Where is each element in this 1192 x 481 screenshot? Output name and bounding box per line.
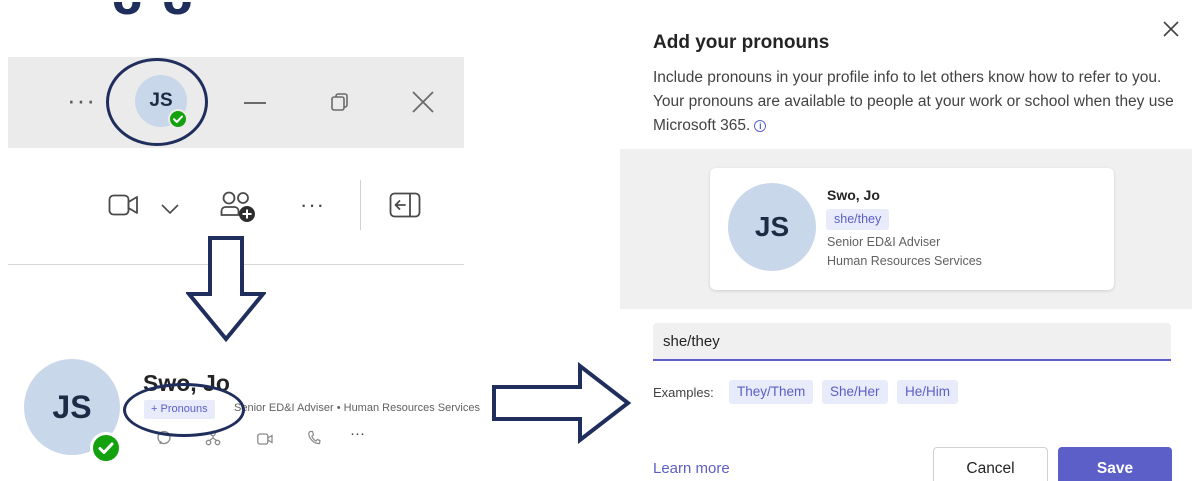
- examples-label: Examples:: [653, 385, 714, 400]
- dialog-description: Include pronouns in your profile info to…: [653, 66, 1178, 138]
- save-button[interactable]: Save: [1058, 447, 1172, 481]
- info-icon[interactable]: i: [754, 120, 767, 132]
- preview-pronouns-badge: she/they: [826, 209, 890, 230]
- profile-card-role: Senior ED&I Adviser • Human Resources Se…: [234, 402, 480, 414]
- cancel-button[interactable]: Cancel: [933, 447, 1048, 481]
- pronouns-input[interactable]: [653, 323, 1171, 361]
- presence-available-icon: [90, 432, 122, 464]
- video-camera-icon[interactable]: [108, 193, 140, 222]
- toolbar-divider: [360, 180, 361, 230]
- annotation-arrow-right: [492, 361, 632, 449]
- preview-avatar: JS: [728, 183, 816, 271]
- example-chip-he-him[interactable]: He/Him: [897, 380, 959, 404]
- cropped-heading-fragment: ᴗᴗ: [112, 0, 212, 22]
- dialog-close-icon[interactable]: [1162, 20, 1180, 43]
- dialog-description-text: Include pronouns in your profile info to…: [653, 69, 1174, 134]
- dialog-title: Add your pronouns: [653, 32, 830, 53]
- toolbar-more-button[interactable]: ···: [300, 192, 325, 218]
- share-tray-icon[interactable]: [389, 192, 421, 223]
- annotation-ring-avatar: [106, 58, 208, 146]
- preview-role: Senior ED&I Adviser: [827, 235, 941, 249]
- restore-icon[interactable]: [330, 92, 350, 117]
- chevron-down-icon[interactable]: [160, 202, 180, 220]
- preview-name: Swo, Jo: [827, 187, 880, 203]
- annotation-ring-pronouns: [123, 383, 245, 437]
- minimize-icon[interactable]: [244, 102, 266, 104]
- learn-more-link[interactable]: Learn more: [653, 460, 730, 477]
- add-people-icon[interactable]: [220, 190, 258, 229]
- close-icon[interactable]: [410, 89, 436, 120]
- card-more-button[interactable]: ···: [350, 425, 365, 442]
- example-chip-they-them[interactable]: They/Them: [729, 380, 814, 404]
- example-chip-she-her[interactable]: She/Her: [822, 380, 888, 404]
- annotation-arrow-down: [184, 236, 268, 347]
- call-icon[interactable]: [307, 430, 321, 451]
- more-options-button[interactable]: ···: [67, 85, 96, 116]
- preview-department: Human Resources Services: [827, 254, 982, 268]
- video-icon[interactable]: [257, 432, 273, 450]
